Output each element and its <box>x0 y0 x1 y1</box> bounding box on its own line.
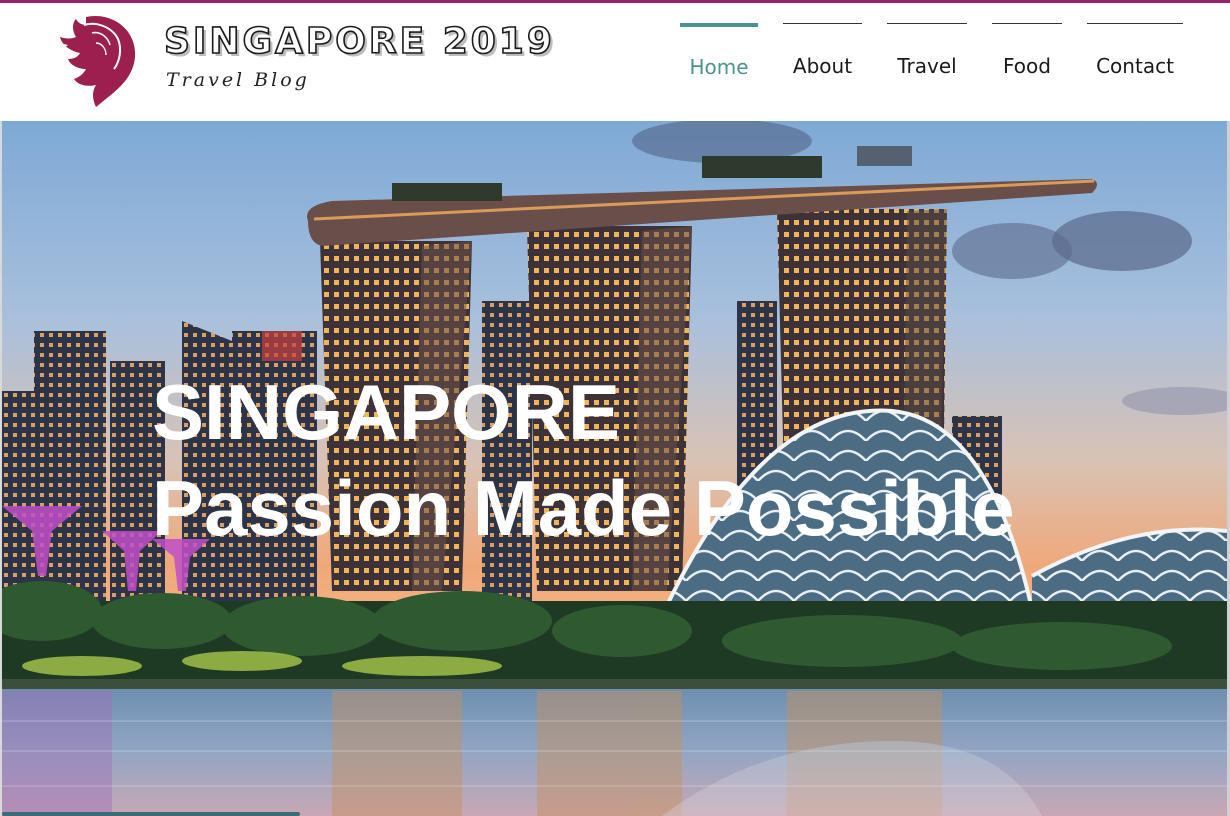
nav-item-food[interactable]: Food <box>992 23 1062 94</box>
page: SINGAPORE 2019 Travel Blog Home About Tr… <box>0 0 1230 816</box>
nav-item-label: Contact <box>1096 54 1174 78</box>
main-nav: Home About Travel Food Contact <box>0 23 1230 103</box>
hero-banner: SINGAPORE Passion Made Possible <box>2 121 1227 816</box>
nav-item-home[interactable]: Home <box>680 23 758 97</box>
horizontal-scrollbar[interactable] <box>2 812 300 816</box>
nav-item-label: Home <box>689 55 749 79</box>
nav-item-label: Food <box>1003 54 1051 78</box>
hero-tagline: Passion Made Possible <box>152 464 1015 552</box>
nav-item-travel[interactable]: Travel <box>887 23 967 94</box>
nav-item-contact[interactable]: Contact <box>1087 23 1183 94</box>
site-header: SINGAPORE 2019 Travel Blog Home About Tr… <box>0 3 1230 121</box>
nav-item-label: Travel <box>897 54 957 78</box>
hero-heading: SINGAPORE <box>152 368 621 456</box>
nav-item-about[interactable]: About <box>783 23 862 94</box>
nav-item-label: About <box>792 54 853 78</box>
